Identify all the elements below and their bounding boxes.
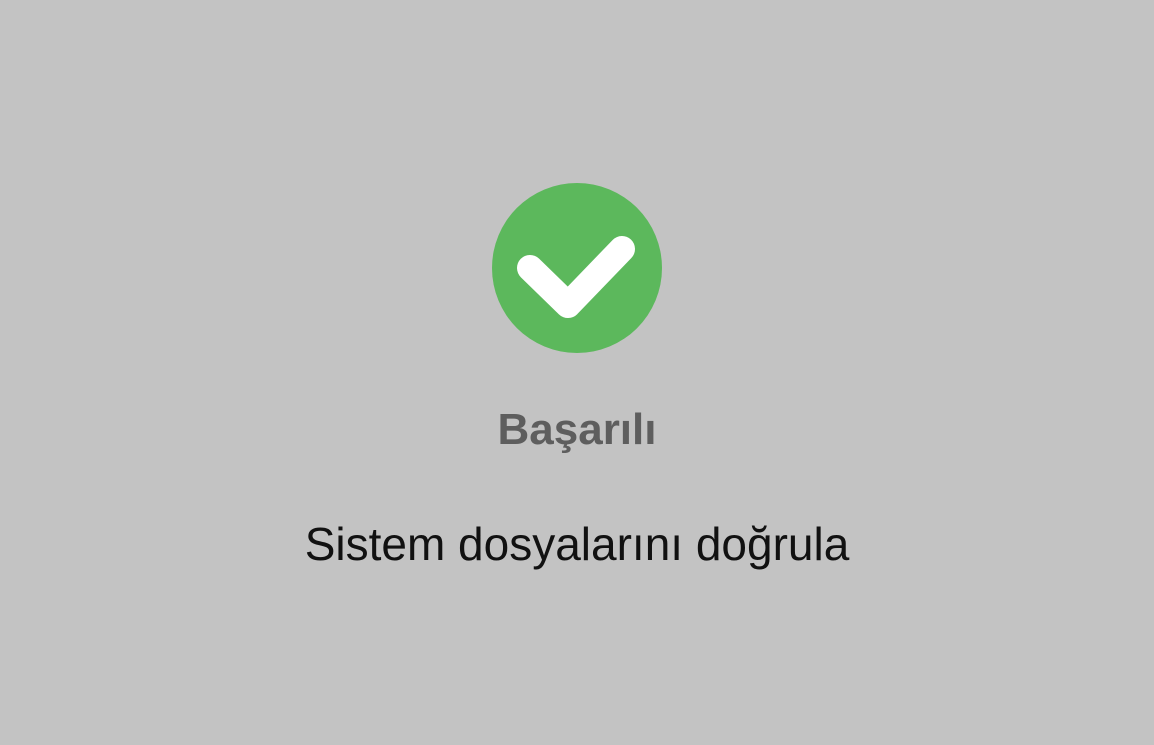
checkmark-circle-icon	[492, 183, 662, 353]
status-message: Sistem dosyalarını doğrula	[304, 518, 850, 570]
success-status-panel: Başarılı Sistem dosyalarını doğrula	[0, 0, 1154, 745]
status-title: Başarılı	[497, 405, 657, 454]
